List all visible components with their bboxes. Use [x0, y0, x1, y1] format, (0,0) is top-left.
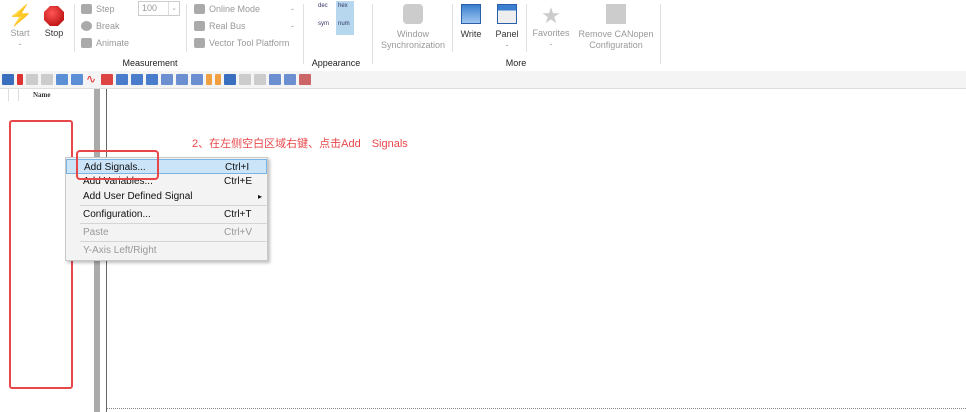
panel-button[interactable]: Panel -: [494, 4, 520, 51]
animate-button[interactable]: Animate: [81, 34, 129, 51]
stop-button[interactable]: Stop: [42, 4, 66, 39]
stop-icon: [44, 6, 64, 26]
chevron-down-icon: ⌄: [168, 2, 179, 15]
graph-axis: [107, 408, 966, 409]
window-sync-icon: [403, 4, 423, 24]
sym-button[interactable]: sym: [318, 21, 329, 27]
write-button[interactable]: Write: [458, 4, 484, 40]
arrow-left-icon[interactable]: [206, 74, 212, 85]
real-bus-icon: [194, 20, 205, 31]
redo-icon[interactable]: [254, 74, 266, 85]
step-icon: [81, 3, 92, 14]
remove-canopen-configuration-button[interactable]: Remove CANopen Configuration: [576, 4, 656, 51]
more-group-label: More: [505, 58, 527, 68]
dec-button[interactable]: dec: [318, 3, 328, 9]
appearance-group-label: Appearance: [311, 58, 361, 68]
toolbar-select-icon[interactable]: [2, 74, 14, 85]
graphics-toolbar: ∿: [0, 71, 966, 89]
zoom-icon[interactable]: [146, 74, 158, 85]
menu-item-add-user-defined-signal[interactable]: Add User Defined Signal ▸: [66, 189, 267, 204]
cursor-icon[interactable]: [191, 74, 203, 85]
star-icon: ★: [541, 3, 561, 28]
break-icon: [81, 20, 92, 31]
cursor-icon[interactable]: [176, 74, 188, 85]
menu-item-paste[interactable]: Paste Ctrl+V: [66, 225, 267, 240]
toolbar-icon[interactable]: [284, 74, 296, 85]
vector-tool-platform-button[interactable]: Vector Tool Platform: [194, 34, 294, 51]
annotation-text: 2、在左侧空白区域右键、点击Add Signals: [192, 138, 408, 150]
submenu-arrow-icon: ▸: [258, 192, 263, 201]
real-bus-button[interactable]: Real Bus -: [194, 17, 294, 34]
animate-icon: [81, 37, 92, 48]
zoom-icon[interactable]: [131, 74, 143, 85]
arrow-right-icon[interactable]: [215, 74, 221, 85]
undo-icon[interactable]: [239, 74, 251, 85]
toolbar-icon[interactable]: [101, 74, 113, 85]
panel-icon: [497, 4, 517, 24]
annotation-add-signals-highlight: [76, 150, 159, 180]
toolbar-icon[interactable]: [161, 74, 173, 85]
favorites-button[interactable]: ★ Favorites -: [531, 4, 571, 50]
hex-button[interactable]: hex: [336, 1, 354, 17]
step-button[interactable]: Step: [81, 0, 129, 17]
menu-item-y-axis-left-right[interactable]: Y-Axis Left/Right: [66, 243, 267, 258]
zoom-icon[interactable]: [116, 74, 128, 85]
online-mode-icon: [194, 3, 205, 14]
start-button[interactable]: ⚡ Start -: [8, 4, 33, 50]
ribbon: ⚡ Start - Stop Step Break Animate 100 ⌄ …: [0, 0, 966, 70]
num-button[interactable]: num: [336, 17, 354, 35]
wave-icon[interactable]: ∿: [86, 73, 98, 85]
toolbar-icon[interactable]: [56, 74, 68, 85]
break-button[interactable]: Break: [81, 17, 129, 34]
toolbar-icon[interactable]: [41, 74, 53, 85]
toolbar-icon[interactable]: [26, 74, 38, 85]
remove-config-icon: [606, 4, 626, 24]
step-count-dropdown[interactable]: 100 ⌄: [138, 1, 180, 16]
toolbar-icon[interactable]: [71, 74, 83, 85]
toolbar-icon[interactable]: [224, 74, 236, 85]
menu-item-configuration[interactable]: Configuration... Ctrl+T: [66, 207, 267, 222]
write-icon: [461, 4, 481, 24]
online-mode-button[interactable]: Online Mode -: [194, 0, 294, 17]
vector-tool-platform-icon: [194, 37, 205, 48]
toolbar-icon[interactable]: [299, 74, 311, 85]
name-column-header: Name: [33, 91, 51, 99]
window-synchronization-button[interactable]: Window Synchronization: [378, 4, 448, 51]
toolbar-icon[interactable]: [269, 74, 281, 85]
toolbar-pause-icon[interactable]: [17, 74, 23, 85]
annotation-highlight-box: [9, 120, 73, 389]
measurement-group-label: Measurement: [122, 58, 178, 68]
lightning-icon: ⚡: [8, 5, 33, 27]
